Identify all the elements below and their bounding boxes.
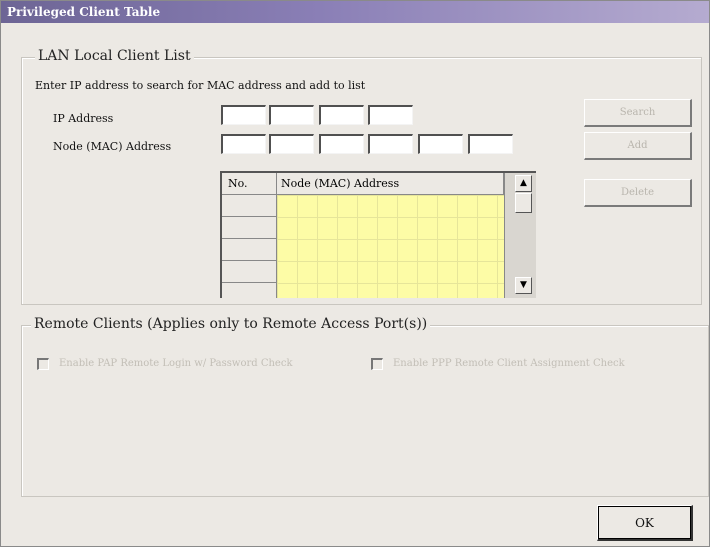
add-button[interactable]: Add bbox=[584, 132, 692, 160]
mac-address-label: Node (MAC) Address bbox=[53, 140, 172, 153]
ppp-client-label: Enable PPP Remote Client Assignment Chec… bbox=[393, 358, 625, 369]
ip-octet-2[interactable] bbox=[269, 105, 314, 125]
mac-part-1[interactable] bbox=[221, 134, 266, 154]
scroll-thumb[interactable] bbox=[515, 193, 532, 213]
vertical-scrollbar[interactable]: ▲ ▼ bbox=[504, 173, 536, 298]
ip-octet-3[interactable] bbox=[319, 105, 364, 125]
ok-button[interactable]: OK bbox=[597, 505, 693, 541]
delete-button[interactable]: Delete bbox=[584, 179, 692, 207]
ppp-client-checkbox[interactable] bbox=[371, 358, 383, 370]
column-header-mac[interactable]: Node (MAC) Address bbox=[277, 173, 504, 195]
lan-instructions: Enter IP address to search for MAC addre… bbox=[35, 79, 366, 92]
remote-clients-group bbox=[21, 325, 709, 497]
pap-login-label: Enable PAP Remote Login w/ Password Chec… bbox=[59, 358, 293, 369]
table-row-number bbox=[222, 217, 277, 239]
pap-login-checkbox[interactable] bbox=[37, 358, 49, 370]
mac-address-list-area[interactable] bbox=[277, 195, 504, 298]
ip-octet-1[interactable] bbox=[221, 105, 266, 125]
table-row-number bbox=[222, 195, 277, 217]
lan-group-title: LAN Local Client List bbox=[35, 48, 194, 64]
scroll-up-icon[interactable]: ▲ bbox=[515, 175, 532, 192]
ip-address-label: IP Address bbox=[53, 112, 114, 125]
table-row-number bbox=[222, 239, 277, 261]
privileged-client-dialog: Privileged Client Table LAN Local Client… bbox=[0, 0, 710, 547]
client-list-table[interactable]: No. Node (MAC) Address ▲ ▼ bbox=[220, 171, 536, 298]
mac-part-2[interactable] bbox=[269, 134, 314, 154]
remote-group-title: Remote Clients (Applies only to Remote A… bbox=[31, 316, 431, 332]
search-button[interactable]: Search bbox=[584, 99, 692, 127]
mac-part-3[interactable] bbox=[319, 134, 364, 154]
title-bar: Privileged Client Table bbox=[1, 1, 709, 23]
table-row-number bbox=[222, 283, 277, 298]
mac-part-5[interactable] bbox=[418, 134, 463, 154]
ok-button-label: OK bbox=[598, 506, 691, 539]
ip-octet-4[interactable] bbox=[368, 105, 413, 125]
scroll-down-icon[interactable]: ▼ bbox=[515, 277, 532, 294]
mac-part-4[interactable] bbox=[368, 134, 413, 154]
mac-part-6[interactable] bbox=[468, 134, 513, 154]
column-header-no[interactable]: No. bbox=[222, 173, 277, 195]
table-row-number bbox=[222, 261, 277, 283]
